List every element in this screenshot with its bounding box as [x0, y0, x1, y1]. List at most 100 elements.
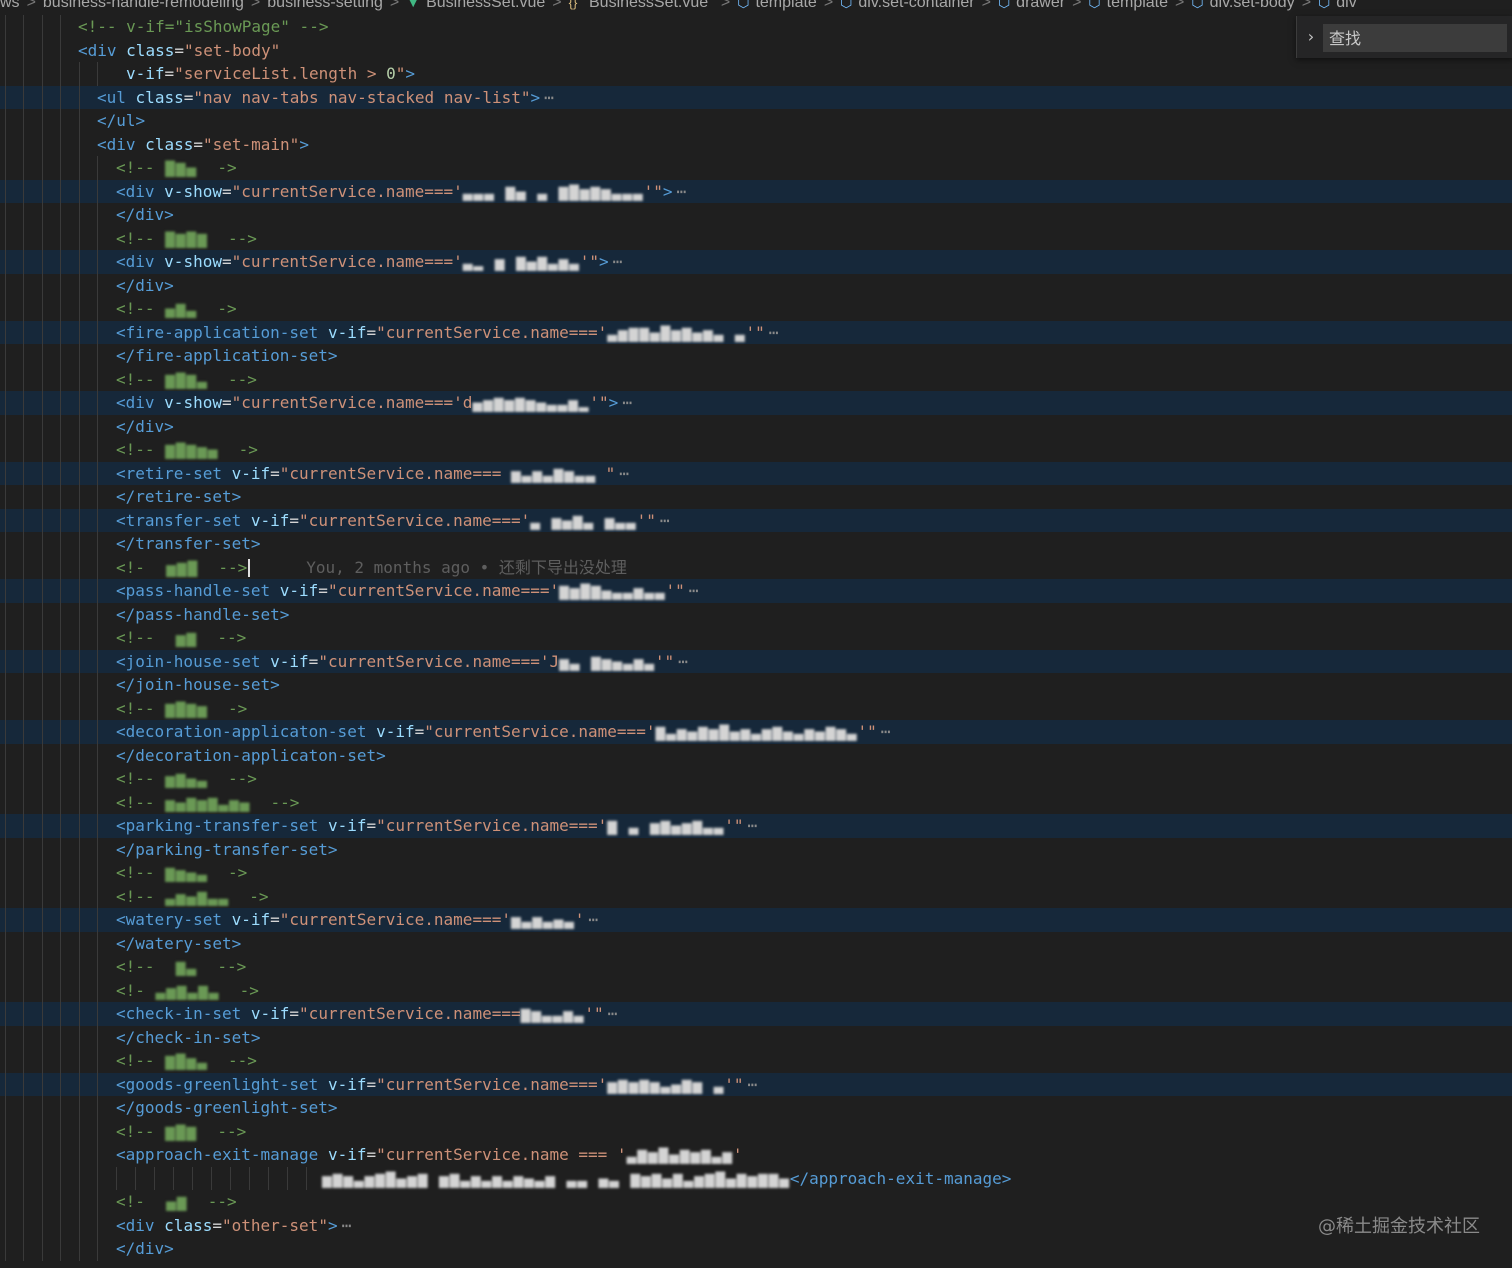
indent-guide: [97, 955, 98, 979]
code-line[interactable]: </div>: [0, 273, 1512, 297]
code-line[interactable]: </retire-set>: [0, 485, 1512, 509]
fold-ellipsis-icon[interactable]: ⋯: [588, 910, 598, 929]
indent-guide: [211, 1166, 212, 1190]
indent-guide: [5, 250, 6, 274]
indent-guide: [42, 696, 43, 720]
indent-guide: [97, 790, 98, 814]
code-line[interactable]: </transfer-set>: [0, 532, 1512, 556]
code-line[interactable]: <!-- ▇▆▄ ->: [0, 156, 1512, 180]
breadcrumb-item[interactable]: div.set-container: [858, 0, 974, 11]
fold-ellipsis-icon[interactable]: ⋯: [881, 722, 891, 741]
code-line[interactable]: </div>: [0, 1237, 1512, 1261]
code-line[interactable]: <parking-transfer-set v-if="currentServi…: [0, 814, 1512, 838]
code-line[interactable]: </pass-handle-set>: [0, 602, 1512, 626]
fold-ellipsis-icon[interactable]: ⋯: [748, 1075, 758, 1094]
code-line[interactable]: <!-- ▃▅▄▆▃▃ ->: [0, 884, 1512, 908]
code-line[interactable]: <!-- ▆▇▆▅▄ ->: [0, 438, 1512, 462]
breadcrumb-item[interactable]: drawer: [1016, 0, 1065, 11]
indent-guide: [42, 861, 43, 885]
code-line[interactable]: <retire-set v-if="currentService.name===…: [0, 461, 1512, 485]
breadcrumb-item[interactable]: div.set-body: [1210, 0, 1295, 11]
code-line[interactable]: <decoration-applicaton-set v-if="current…: [0, 720, 1512, 744]
chevron-right-icon[interactable]: ›: [1301, 24, 1321, 50]
code-line[interactable]: <!-- v-if="isShowPage" -->: [0, 15, 1512, 39]
code-editor[interactable]: <!-- v-if="isShowPage" --> <div class="se…: [0, 15, 1512, 1268]
code-token: "currentService.name===: [279, 463, 511, 483]
code-text: <!-- ▆▇▆▅ ->: [116, 697, 247, 721]
code-line[interactable]: <check-in-set v-if="currentService.name=…: [0, 1002, 1512, 1026]
code-line[interactable]: <!-- ▆▇▆▃ -->: [0, 367, 1512, 391]
fold-ellipsis-icon[interactable]: ⋯: [342, 1216, 352, 1235]
code-line[interactable]: <div class="set-main">: [0, 132, 1512, 156]
code-line[interactable]: ▅▆▅▃▅▆▇▄▅▆ ▅▆▃▅▃▅▃▅▄▃▅ ▃▃ ▄▃ ▆▅▆▄▆▃▅▆▇▄▆…: [0, 1166, 1512, 1190]
fold-ellipsis-icon[interactable]: ⋯: [619, 464, 629, 483]
fold-ellipsis-icon[interactable]: ⋯: [622, 393, 632, 412]
code-line[interactable]: <ul class="nav nav-tabs nav-stacked nav-…: [0, 85, 1512, 109]
code-line[interactable]: <!-- ▆▃ -->: [0, 955, 1512, 979]
indent-guide: [23, 743, 24, 767]
code-line[interactable]: <transfer-set v-if="currentService.name=…: [0, 508, 1512, 532]
fold-ellipsis-icon[interactable]: ⋯: [660, 511, 670, 530]
code-line[interactable]: <div v-show="currentService.name==='▃▂ ▅…: [0, 250, 1512, 274]
breadcrumb-item[interactable]: BusinessSet.vue: [426, 0, 545, 11]
indent-guide: [23, 226, 24, 250]
code-token: -->: [207, 957, 247, 976]
code-line[interactable]: <approach-exit-manage v-if="currentServi…: [0, 1143, 1512, 1167]
breadcrumb-item[interactable]: business-setting: [267, 0, 383, 11]
code-token: </ul>: [97, 111, 146, 130]
indent-guide: [79, 367, 80, 391]
code-line[interactable]: </div>: [0, 203, 1512, 227]
breadcrumb-item[interactable]: div: [1336, 0, 1356, 11]
code-line[interactable]: <!-- ▇▆▇▆ -->: [0, 226, 1512, 250]
code-line[interactable]: <goods-greenlight-set v-if="currentServi…: [0, 1072, 1512, 1096]
code-line[interactable]: <watery-set v-if="currentService.name===…: [0, 908, 1512, 932]
fold-ellipsis-icon[interactable]: ⋯: [678, 652, 688, 671]
code-line[interactable]: <div v-show="currentService.name==='d▄▅▆…: [0, 391, 1512, 415]
code-line[interactable]: <!- ▃▅▆▃▆▃ ->: [0, 978, 1512, 1002]
fold-ellipsis-icon[interactable]: ⋯: [676, 182, 686, 201]
find-input[interactable]: [1323, 24, 1507, 52]
breadcrumb-item[interactable]: "BusinessSet.vue": [583, 0, 714, 11]
indent-guide: [42, 226, 43, 250]
code-line[interactable]: </goods-greenlight-set>: [0, 1096, 1512, 1120]
indent-guide: [97, 743, 98, 767]
fold-ellipsis-icon[interactable]: ⋯: [608, 1004, 618, 1023]
code-line[interactable]: <!-- ▅▆ -->: [0, 626, 1512, 650]
fold-ellipsis-icon[interactable]: ⋯: [613, 252, 623, 271]
breadcrumb-item[interactable]: business-handle-remodeling: [43, 0, 244, 11]
code-line[interactable]: <!- ▅▆▇ --> You, 2 months ago • 还剩下导出没处理: [0, 555, 1512, 579]
code-line[interactable]: <!-- ▆▅▄▃ ->: [0, 861, 1512, 885]
code-token: "currentService.name===': [376, 322, 608, 342]
code-line[interactable]: <!-- ▆▇▆ -->: [0, 1119, 1512, 1143]
code-line[interactable]: <!-- ▆▇▅▃ -->: [0, 1049, 1512, 1073]
fold-ellipsis-icon[interactable]: ⋯: [544, 88, 554, 107]
code-line[interactable]: <div class="other-set"> ⋯: [0, 1213, 1512, 1237]
code-line[interactable]: </fire-application-set>: [0, 344, 1512, 368]
code-line[interactable]: <!- ▄▆ -->: [0, 1190, 1512, 1214]
fold-ellipsis-icon[interactable]: ⋯: [769, 323, 779, 342]
code-line[interactable]: <div v-show="currentService.name==='▃▃▃ …: [0, 179, 1512, 203]
code-line[interactable]: <join-house-set v-if="currentService.nam…: [0, 649, 1512, 673]
fold-ellipsis-icon[interactable]: ⋯: [689, 581, 699, 600]
code-line[interactable]: <!-- ▅▄▆▅▆▃▅▄ -->: [0, 790, 1512, 814]
code-line[interactable]: <pass-handle-set v-if="currentService.na…: [0, 579, 1512, 603]
code-line[interactable]: </check-in-set>: [0, 1025, 1512, 1049]
code-line[interactable]: </div>: [0, 414, 1512, 438]
code-line[interactable]: <!-- ▆▇▆▅ ->: [0, 696, 1512, 721]
code-line[interactable]: </decoration-applicaton-set>: [0, 743, 1512, 767]
code-line[interactable]: </parking-transfer-set>: [0, 837, 1512, 861]
code-line[interactable]: <!-- ▅▆▄▃ -->: [0, 767, 1512, 791]
code-line[interactable]: <div class="set-body": [0, 38, 1512, 62]
code-line[interactable]: <!-- ▄▆▃ ->: [0, 297, 1512, 321]
indent-guide: [42, 931, 43, 955]
code-line[interactable]: </watery-set>: [0, 931, 1512, 955]
code-line[interactable]: </ul>: [0, 109, 1512, 133]
breadcrumb-item[interactable]: ws: [0, 0, 20, 11]
fold-ellipsis-icon[interactable]: ⋯: [748, 816, 758, 835]
code-line[interactable]: <fire-application-set v-if="currentServi…: [0, 320, 1512, 344]
code-line[interactable]: v-if="serviceList.length > 0">: [0, 62, 1512, 86]
breadcrumb-item[interactable]: template: [1107, 0, 1168, 11]
breadcrumb-item[interactable]: template: [755, 0, 816, 11]
code-line[interactable]: </join-house-set>: [0, 673, 1512, 697]
indent-guide: [42, 743, 43, 767]
